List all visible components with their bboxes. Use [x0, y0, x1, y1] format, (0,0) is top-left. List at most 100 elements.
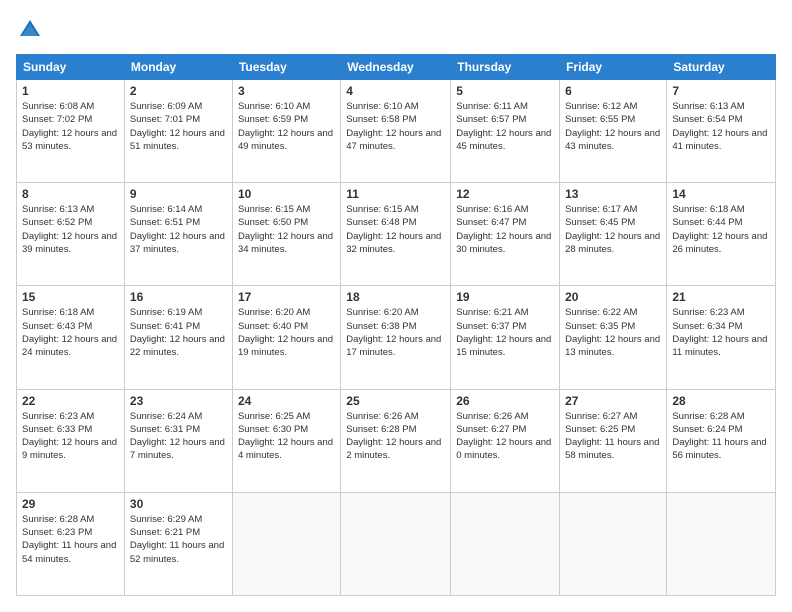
- calendar-cell: 19 Sunrise: 6:21 AMSunset: 6:37 PMDaylig…: [451, 286, 560, 389]
- day-info: Sunrise: 6:23 AMSunset: 6:34 PMDaylight:…: [672, 307, 767, 358]
- day-info: Sunrise: 6:18 AMSunset: 6:44 PMDaylight:…: [672, 204, 767, 255]
- day-info: Sunrise: 6:10 AMSunset: 6:58 PMDaylight:…: [346, 101, 441, 152]
- day-number: 22: [22, 394, 119, 408]
- calendar-cell: 30 Sunrise: 6:29 AMSunset: 6:21 PMDaylig…: [124, 492, 232, 595]
- day-info: Sunrise: 6:13 AMSunset: 6:54 PMDaylight:…: [672, 101, 767, 152]
- calendar-cell: 20 Sunrise: 6:22 AMSunset: 6:35 PMDaylig…: [560, 286, 667, 389]
- calendar-cell: 13 Sunrise: 6:17 AMSunset: 6:45 PMDaylig…: [560, 183, 667, 286]
- day-info: Sunrise: 6:08 AMSunset: 7:02 PMDaylight:…: [22, 101, 117, 152]
- day-number: 21: [672, 290, 770, 304]
- day-info: Sunrise: 6:19 AMSunset: 6:41 PMDaylight:…: [130, 307, 225, 358]
- day-number: 11: [346, 187, 445, 201]
- table-row: 1 Sunrise: 6:08 AMSunset: 7:02 PMDayligh…: [17, 80, 776, 183]
- calendar-cell: [560, 492, 667, 595]
- calendar-cell: 14 Sunrise: 6:18 AMSunset: 6:44 PMDaylig…: [667, 183, 776, 286]
- calendar-cell: 17 Sunrise: 6:20 AMSunset: 6:40 PMDaylig…: [232, 286, 340, 389]
- day-number: 25: [346, 394, 445, 408]
- day-number: 8: [22, 187, 119, 201]
- calendar-cell: 15 Sunrise: 6:18 AMSunset: 6:43 PMDaylig…: [17, 286, 125, 389]
- day-number: 17: [238, 290, 335, 304]
- day-number: 26: [456, 394, 554, 408]
- calendar-cell: 11 Sunrise: 6:15 AMSunset: 6:48 PMDaylig…: [341, 183, 451, 286]
- day-info: Sunrise: 6:18 AMSunset: 6:43 PMDaylight:…: [22, 307, 117, 358]
- calendar-cell: 10 Sunrise: 6:15 AMSunset: 6:50 PMDaylig…: [232, 183, 340, 286]
- day-info: Sunrise: 6:09 AMSunset: 7:01 PMDaylight:…: [130, 101, 225, 152]
- day-number: 9: [130, 187, 227, 201]
- logo: [16, 16, 48, 44]
- day-number: 29: [22, 497, 119, 511]
- col-header-sunday: Sunday: [17, 55, 125, 80]
- day-number: 1: [22, 84, 119, 98]
- day-info: Sunrise: 6:20 AMSunset: 6:38 PMDaylight:…: [346, 307, 441, 358]
- col-header-monday: Monday: [124, 55, 232, 80]
- calendar-cell: 3 Sunrise: 6:10 AMSunset: 6:59 PMDayligh…: [232, 80, 340, 183]
- day-number: 10: [238, 187, 335, 201]
- calendar-cell: 28 Sunrise: 6:28 AMSunset: 6:24 PMDaylig…: [667, 389, 776, 492]
- calendar-cell: 5 Sunrise: 6:11 AMSunset: 6:57 PMDayligh…: [451, 80, 560, 183]
- day-info: Sunrise: 6:12 AMSunset: 6:55 PMDaylight:…: [565, 101, 660, 152]
- calendar-cell: 12 Sunrise: 6:16 AMSunset: 6:47 PMDaylig…: [451, 183, 560, 286]
- day-info: Sunrise: 6:20 AMSunset: 6:40 PMDaylight:…: [238, 307, 333, 358]
- calendar-cell: 6 Sunrise: 6:12 AMSunset: 6:55 PMDayligh…: [560, 80, 667, 183]
- calendar-cell: 7 Sunrise: 6:13 AMSunset: 6:54 PMDayligh…: [667, 80, 776, 183]
- calendar-cell: 25 Sunrise: 6:26 AMSunset: 6:28 PMDaylig…: [341, 389, 451, 492]
- day-number: 28: [672, 394, 770, 408]
- day-info: Sunrise: 6:25 AMSunset: 6:30 PMDaylight:…: [238, 411, 333, 462]
- day-info: Sunrise: 6:28 AMSunset: 6:24 PMDaylight:…: [672, 411, 766, 462]
- col-header-tuesday: Tuesday: [232, 55, 340, 80]
- day-info: Sunrise: 6:24 AMSunset: 6:31 PMDaylight:…: [130, 411, 225, 462]
- day-number: 13: [565, 187, 661, 201]
- day-info: Sunrise: 6:29 AMSunset: 6:21 PMDaylight:…: [130, 514, 224, 565]
- calendar-cell: 18 Sunrise: 6:20 AMSunset: 6:38 PMDaylig…: [341, 286, 451, 389]
- table-row: 22 Sunrise: 6:23 AMSunset: 6:33 PMDaylig…: [17, 389, 776, 492]
- calendar-cell: 2 Sunrise: 6:09 AMSunset: 7:01 PMDayligh…: [124, 80, 232, 183]
- calendar-cell: 29 Sunrise: 6:28 AMSunset: 6:23 PMDaylig…: [17, 492, 125, 595]
- calendar-cell: 22 Sunrise: 6:23 AMSunset: 6:33 PMDaylig…: [17, 389, 125, 492]
- day-number: 24: [238, 394, 335, 408]
- calendar-cell: 4 Sunrise: 6:10 AMSunset: 6:58 PMDayligh…: [341, 80, 451, 183]
- calendar-cell: [232, 492, 340, 595]
- page: SundayMondayTuesdayWednesdayThursdayFrid…: [0, 0, 792, 612]
- day-number: 7: [672, 84, 770, 98]
- day-info: Sunrise: 6:21 AMSunset: 6:37 PMDaylight:…: [456, 307, 551, 358]
- calendar-cell: 27 Sunrise: 6:27 AMSunset: 6:25 PMDaylig…: [560, 389, 667, 492]
- day-number: 5: [456, 84, 554, 98]
- col-header-wednesday: Wednesday: [341, 55, 451, 80]
- calendar-cell: 1 Sunrise: 6:08 AMSunset: 7:02 PMDayligh…: [17, 80, 125, 183]
- calendar-cell: [451, 492, 560, 595]
- day-info: Sunrise: 6:16 AMSunset: 6:47 PMDaylight:…: [456, 204, 551, 255]
- logo-icon: [16, 16, 44, 44]
- calendar-cell: [667, 492, 776, 595]
- calendar-cell: 21 Sunrise: 6:23 AMSunset: 6:34 PMDaylig…: [667, 286, 776, 389]
- day-number: 14: [672, 187, 770, 201]
- table-row: 15 Sunrise: 6:18 AMSunset: 6:43 PMDaylig…: [17, 286, 776, 389]
- table-row: 29 Sunrise: 6:28 AMSunset: 6:23 PMDaylig…: [17, 492, 776, 595]
- day-number: 12: [456, 187, 554, 201]
- day-number: 18: [346, 290, 445, 304]
- day-number: 27: [565, 394, 661, 408]
- calendar-cell: [341, 492, 451, 595]
- day-number: 4: [346, 84, 445, 98]
- day-info: Sunrise: 6:28 AMSunset: 6:23 PMDaylight:…: [22, 514, 116, 565]
- day-number: 20: [565, 290, 661, 304]
- day-info: Sunrise: 6:27 AMSunset: 6:25 PMDaylight:…: [565, 411, 659, 462]
- day-number: 16: [130, 290, 227, 304]
- table-row: 8 Sunrise: 6:13 AMSunset: 6:52 PMDayligh…: [17, 183, 776, 286]
- day-info: Sunrise: 6:11 AMSunset: 6:57 PMDaylight:…: [456, 101, 551, 152]
- day-info: Sunrise: 6:15 AMSunset: 6:50 PMDaylight:…: [238, 204, 333, 255]
- calendar-cell: 16 Sunrise: 6:19 AMSunset: 6:41 PMDaylig…: [124, 286, 232, 389]
- day-info: Sunrise: 6:17 AMSunset: 6:45 PMDaylight:…: [565, 204, 660, 255]
- header: [16, 16, 776, 44]
- day-info: Sunrise: 6:13 AMSunset: 6:52 PMDaylight:…: [22, 204, 117, 255]
- day-info: Sunrise: 6:22 AMSunset: 6:35 PMDaylight:…: [565, 307, 660, 358]
- day-info: Sunrise: 6:14 AMSunset: 6:51 PMDaylight:…: [130, 204, 225, 255]
- col-header-friday: Friday: [560, 55, 667, 80]
- day-info: Sunrise: 6:15 AMSunset: 6:48 PMDaylight:…: [346, 204, 441, 255]
- calendar-cell: 23 Sunrise: 6:24 AMSunset: 6:31 PMDaylig…: [124, 389, 232, 492]
- col-header-saturday: Saturday: [667, 55, 776, 80]
- calendar-cell: 24 Sunrise: 6:25 AMSunset: 6:30 PMDaylig…: [232, 389, 340, 492]
- day-number: 6: [565, 84, 661, 98]
- day-number: 30: [130, 497, 227, 511]
- day-number: 15: [22, 290, 119, 304]
- day-number: 2: [130, 84, 227, 98]
